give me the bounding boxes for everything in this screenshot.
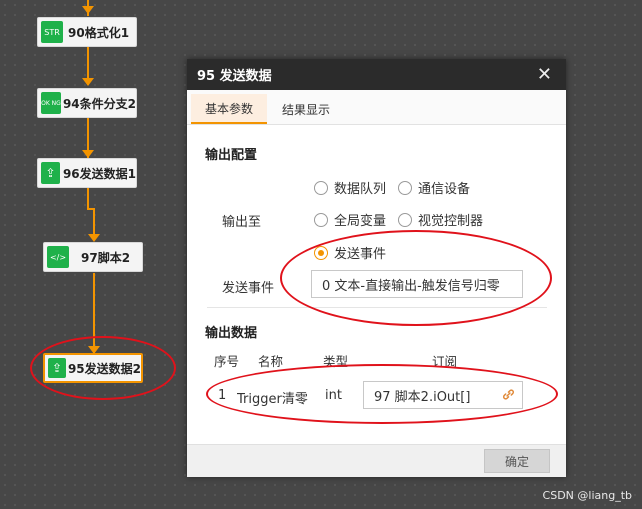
dialog-title-bar: 95 发送数据 ✕ bbox=[187, 59, 566, 90]
dialog-title: 95 发送数据 bbox=[197, 69, 272, 84]
output-to-label: 输出至 bbox=[222, 215, 262, 230]
tab-result-display[interactable]: 结果显示 bbox=[273, 94, 339, 124]
radio-circle bbox=[314, 180, 328, 195]
flow-node-label: 96发送数据1 bbox=[62, 166, 136, 181]
radio-label: 全局变量 bbox=[334, 214, 387, 229]
send-data-icon: ⇪ bbox=[41, 162, 60, 184]
wire-arrow bbox=[82, 6, 94, 14]
output-config-title: 输出配置 bbox=[205, 148, 258, 163]
dialog-footer: 确定 bbox=[187, 444, 566, 477]
flow-node-send-data-1[interactable]: ⇪ 96发送数据1 bbox=[37, 158, 137, 188]
flow-node-script[interactable]: </> 97脚本2 bbox=[43, 242, 143, 272]
radio-global-variable[interactable]: 全局变量 bbox=[314, 210, 386, 229]
radio-data-queue[interactable]: 数据队列 bbox=[314, 178, 386, 197]
watermark: CSDN @liang_tb bbox=[542, 489, 632, 502]
dialog-tabs: 基本参数 结果显示 bbox=[187, 90, 566, 125]
script-icon: </> bbox=[47, 246, 69, 268]
radio-label: 数据队列 bbox=[334, 182, 387, 197]
flow-node-label: 90格式化1 bbox=[68, 25, 130, 40]
wire-arrow bbox=[82, 78, 94, 86]
output-data-title: 输出数据 bbox=[205, 326, 258, 341]
annotation-ellipse-row bbox=[206, 364, 558, 424]
format-icon: STR bbox=[41, 21, 63, 43]
send-event-label: 发送事件 bbox=[222, 281, 275, 296]
ok-button[interactable]: 确定 bbox=[484, 449, 550, 473]
annotation-ellipse-event bbox=[280, 230, 552, 326]
col-header-name: 名称 bbox=[258, 354, 284, 369]
annotation-ellipse-node bbox=[30, 336, 176, 400]
tab-basic-params[interactable]: 基本参数 bbox=[191, 94, 267, 124]
radio-label: 通信设备 bbox=[418, 182, 471, 197]
radio-label: 视觉控制器 bbox=[418, 214, 484, 229]
flow-node-label: 94条件分支2 bbox=[62, 96, 136, 111]
close-icon[interactable]: ✕ bbox=[537, 64, 552, 85]
branch-icon: OK NG bbox=[41, 92, 61, 114]
radio-circle bbox=[314, 212, 328, 227]
flow-node-format[interactable]: STR 90格式化1 bbox=[37, 17, 137, 47]
col-header-index: 序号 bbox=[214, 354, 240, 369]
flow-node-label: 97脚本2 bbox=[81, 250, 131, 265]
wire-arrow bbox=[82, 150, 94, 158]
radio-comm-device[interactable]: 通信设备 bbox=[398, 178, 470, 197]
radio-vision-controller[interactable]: 视觉控制器 bbox=[398, 210, 483, 229]
wire-3-4a bbox=[87, 188, 89, 210]
radio-circle bbox=[398, 180, 412, 195]
radio-circle bbox=[398, 212, 412, 227]
flow-node-branch[interactable]: OK NG 94条件分支2 bbox=[37, 88, 137, 118]
wire-arrow bbox=[88, 234, 100, 242]
